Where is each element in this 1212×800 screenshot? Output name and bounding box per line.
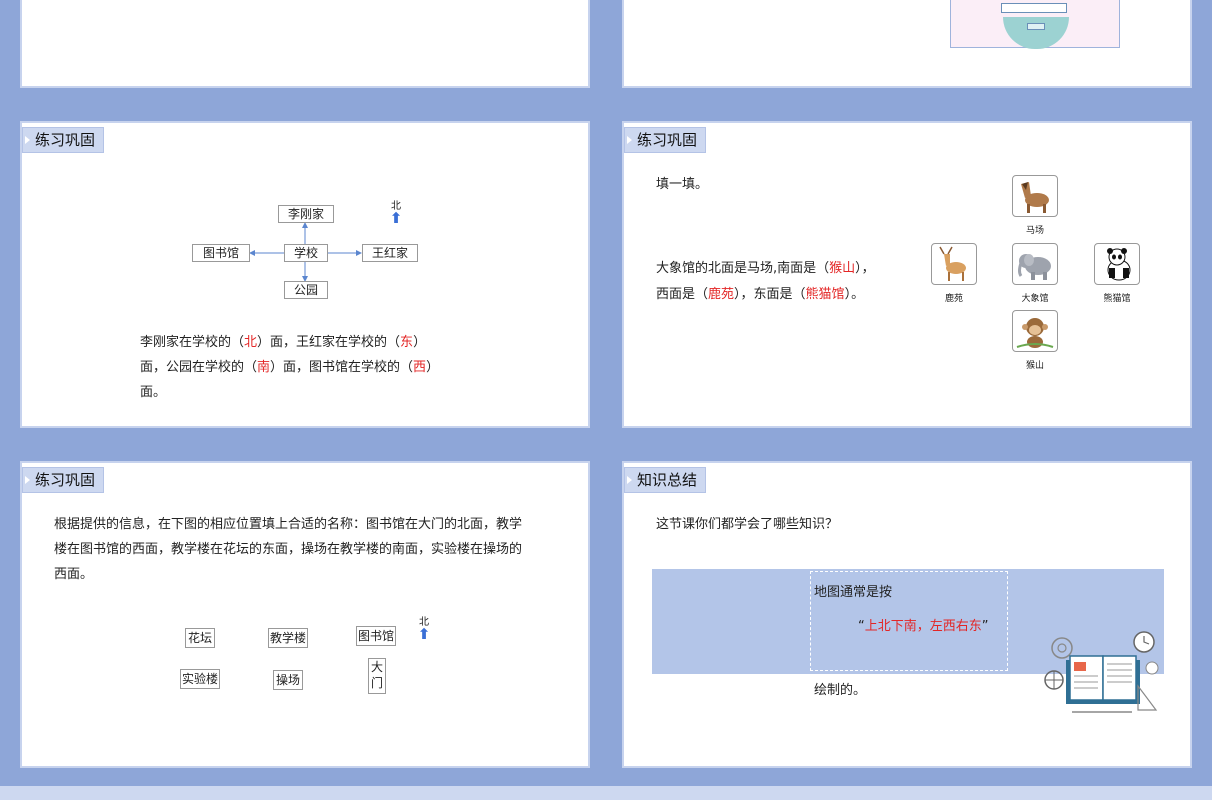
slide-2-partial [622, 0, 1192, 88]
slide-summary: 知识总结 这节课你们都学会了哪些知识？ 地图通常是按 “上北下南，左西右东” 绘… [622, 461, 1192, 768]
intro-text: 填一填。 [656, 177, 709, 192]
answer-north: 北 [244, 335, 258, 350]
slide-practice-zoo: 练习巩固 填一填。 大象馆的北面是马场,南面是（猴山）， 西面是（鹿苑），东面是… [622, 121, 1192, 428]
box-wang-home: 王红家 [362, 244, 418, 262]
monkey-card [1012, 310, 1058, 352]
instruction-line-2: 楼在图书馆的西面，教学楼在花坛的东面，操场在教学楼的南面，实验楼在操场的 [54, 542, 523, 557]
summary-question: 这节课你们都学会了哪些知识？ [656, 517, 839, 532]
answer-east: 东 [400, 335, 414, 350]
slide-practice-directions: 练习巩固 李刚家 学校 王红家 图书馆 公园 北 ⬆ 李刚家在学校的（北）面，王… [20, 121, 590, 428]
slide-1-partial [20, 0, 590, 88]
instruction-line-3: 西面。 [54, 567, 94, 582]
deer-icon [939, 246, 966, 281]
question-line-2: 面，公园在学校的（南）面，图书馆在学校的（西） [140, 360, 440, 375]
box-library: 图书馆 [192, 244, 250, 262]
horse-icon [1021, 182, 1049, 213]
box-flower-bed: 花坛 [185, 628, 215, 648]
elephant-card [1012, 243, 1058, 285]
monkey-icon [1016, 318, 1054, 348]
next-slide-strip [0, 786, 1212, 800]
deer-card [931, 243, 977, 285]
slide-title: 知识总结 [624, 467, 707, 493]
question-line-3: 面。 [140, 385, 167, 400]
box-lab-building: 实验楼 [180, 669, 220, 689]
answer-west: 西 [413, 360, 427, 375]
box-teaching-building: 教学楼 [268, 628, 308, 648]
instruction-line-1: 根据提供的信息，在下图的相应位置填上合适的名称：图书馆在大门的北面，教学 [54, 517, 523, 532]
summary-highlight: 上北下南，左西右东 [864, 619, 982, 634]
summary-line-1: 地图通常是按 [814, 585, 893, 600]
north-arrow-icon: ⬆ [417, 625, 431, 643]
box-library: 图书馆 [356, 626, 396, 646]
box-school: 学校 [284, 244, 328, 262]
direction-arrows [249, 222, 362, 282]
label-horse: 马场 [1025, 226, 1044, 236]
answer-monkey: 猴山 [829, 261, 856, 276]
horse-card [1012, 175, 1058, 217]
box-playground: 操场 [273, 670, 303, 690]
answer-deer: 鹿苑 [708, 287, 735, 302]
question-line-1: 李刚家在学校的（北）面，王红家在学校的（东） [140, 335, 427, 350]
summary-line-3: 绘制的。 [814, 683, 867, 698]
map-illustration-partial [950, 0, 1120, 49]
panda-card [1094, 243, 1140, 285]
summary-line-2: “上北下南，左西右东” [858, 619, 989, 634]
slide-title: 练习巩固 [22, 467, 105, 493]
label-panda: 熊猫馆 [1103, 294, 1131, 304]
box-park: 公园 [284, 281, 328, 299]
study-book-icon [1044, 631, 1159, 713]
zoo-question-line-2: 西面是（鹿苑），东面是（熊猫馆）。 [656, 287, 865, 302]
answer-panda: 熊猫馆 [805, 287, 845, 302]
north-indicator: 北 ⬆ [417, 613, 431, 643]
slide-practice-campus: 练习巩固 根据提供的信息，在下图的相应位置填上合适的名称：图书馆在大门的北面，教… [20, 461, 590, 768]
label-elephant: 大象馆 [1021, 294, 1049, 304]
elephant-icon [1018, 254, 1051, 280]
label-monkey: 猴山 [1025, 361, 1044, 371]
box-gate: 大门 [368, 658, 386, 694]
box-li-home: 李刚家 [278, 205, 334, 223]
north-indicator: 北 ⬆ [389, 197, 403, 227]
zoo-question-line-1: 大象馆的北面是马场,南面是（猴山）， [656, 261, 875, 276]
slide-title: 练习巩固 [624, 127, 707, 153]
label-deer: 鹿苑 [944, 294, 963, 304]
answer-south: 南 [257, 360, 271, 375]
panda-icon [1107, 248, 1131, 281]
north-arrow-icon: ⬆ [389, 209, 403, 227]
